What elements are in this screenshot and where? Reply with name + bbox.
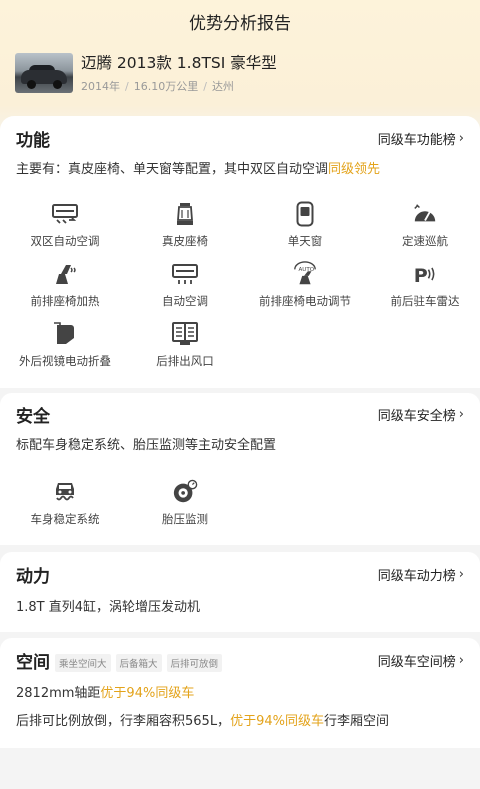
safety-features: 车身稳定系统 胎压监测 (0, 479, 480, 539)
space-tag: 乘坐空间大 (55, 653, 111, 672)
space-line1-highlight: 优于94%同级车 (100, 686, 195, 701)
function-rank-link[interactable]: 同级车功能榜 › (378, 129, 464, 148)
function-features: 双区自动空调 真皮座椅 单天窗 定速巡航 前排座椅加热 自动空调 AUTO 前排… (0, 201, 480, 381)
space-line2-suffix: 行李厢空间 (323, 714, 389, 729)
seat-adjust-icon: AUTO (292, 261, 318, 287)
chevron-right-icon: › (458, 566, 464, 582)
svg-text:P: P (414, 265, 428, 287)
function-card: 功能 同级车功能榜 › 主要有：真皮座椅、单天窗等配置，其中双区自动空调同级领先 … (0, 116, 480, 388)
car-city: 达州 (211, 79, 234, 93)
feature-label: 单天窗 (287, 234, 323, 248)
svg-text:AUTO: AUTO (299, 267, 315, 273)
space-line2-text: 后排可比例放倒，行李厢容积565L， (16, 714, 231, 729)
safety-rank-label: 同级车安全榜 (377, 408, 456, 424)
auto-ac-icon (172, 261, 198, 287)
feature-item[interactable]: AUTO 前排座椅电动调节 (245, 261, 365, 321)
space-rank-link[interactable]: 同级车空间榜 › (378, 651, 464, 670)
page-title: 优势分析报告 (189, 13, 291, 34)
feature-item[interactable]: 双区自动空调 (5, 201, 125, 261)
space-title: 空间 乘坐空间大 后备箱大 后排可放倒 (16, 648, 223, 673)
space-line2: 后排可比例放倒，行李厢容积565L，优于94%同级车行李厢空间 (0, 713, 480, 731)
feature-item[interactable]: 真皮座椅 (125, 201, 245, 261)
chevron-right-icon: › (458, 406, 464, 422)
parking-radar-icon: P (412, 261, 438, 287)
feature-item[interactable]: 胎压监测 (125, 479, 245, 539)
feature-item[interactable]: 单天窗 (245, 201, 365, 261)
feature-item[interactable]: 自动空调 (125, 261, 245, 321)
ac-icon (52, 201, 78, 227)
tire-pressure-icon (172, 479, 198, 505)
car-summary[interactable]: 迈腾 2013款 1.8TSI 豪华型 2014年/16.10万公里 / 达州 (15, 52, 465, 94)
car-thumbnail (15, 53, 73, 93)
function-rank-label: 同级车功能榜 (377, 132, 456, 148)
safety-card: 安全 同级车安全榜 › 标配车身稳定系统、胎压监测等主动安全配置 车身稳定系统 胎… (0, 393, 480, 545)
feature-label: 前排座椅电动调节 (259, 294, 351, 308)
feature-label: 前后驻车雷达 (390, 294, 460, 308)
car-mileage: 16.10万公里 (133, 79, 199, 93)
space-tag: 后备箱大 (115, 653, 162, 672)
power-desc: 1.8T 直列4缸，涡轮增压发动机 (16, 600, 201, 615)
feature-label: 胎压监测 (162, 512, 208, 526)
function-title: 功能 (16, 130, 50, 151)
feature-item[interactable]: 车身稳定系统 (5, 479, 125, 539)
feature-label: 双区自动空调 (30, 234, 100, 248)
feature-label: 定速巡航 (402, 234, 448, 248)
space-title-text: 空间 (16, 652, 50, 673)
cruise-icon (412, 201, 438, 227)
space-line1: 2812mm轴距优于94%同级车 (0, 685, 480, 703)
chevron-right-icon: › (458, 130, 464, 146)
space-card: 空间 乘坐空间大 后备箱大 后排可放倒 同级车空间榜 › 2812mm轴距优于94%同级… (0, 638, 480, 748)
space-line1-text: 2812mm轴距 (16, 686, 101, 701)
feature-item[interactable]: 前排座椅加热 (5, 261, 125, 321)
chevron-right-icon: › (458, 652, 464, 668)
feature-item[interactable]: 后排出风口 (125, 321, 245, 381)
mirror-fold-icon (52, 321, 78, 347)
power-title: 动力 (16, 566, 50, 587)
space-line2-highlight: 优于94%同级车 (230, 714, 324, 729)
safety-rank-link[interactable]: 同级车安全榜 › (378, 405, 464, 424)
feature-item[interactable]: 定速巡航 (365, 201, 480, 261)
safety-desc: 标配车身稳定系统、胎压监测等主动安全配置 (16, 438, 277, 453)
seat-heat-icon (52, 261, 78, 287)
feature-item[interactable]: P 前后驻车雷达 (365, 261, 480, 321)
power-card: 动力 同级车动力榜 › 1.8T 直列4缸，涡轮增压发动机 (0, 552, 480, 632)
sunroof-icon (292, 201, 318, 227)
space-rank-label: 同级车空间榜 (377, 654, 456, 670)
function-desc-highlight: 同级领先 (328, 162, 381, 177)
feature-item[interactable]: 外后视镜电动折叠 (5, 321, 125, 381)
rear-vent-icon (172, 321, 198, 347)
car-name: 迈腾 2013款 1.8TSI 豪华型 (81, 53, 277, 72)
feature-label: 前排座椅加热 (30, 294, 100, 308)
car-year: 2014年 (81, 79, 120, 93)
function-desc: 主要有：真皮座椅、单天窗等配置，其中双区自动空调同级领先 (0, 161, 480, 179)
feature-label: 外后视镜电动折叠 (19, 354, 111, 368)
feature-label: 自动空调 (162, 294, 208, 308)
car-meta: 2014年/16.10万公里 / 达州 (81, 79, 234, 93)
feature-label: 车身稳定系统 (30, 512, 100, 526)
function-desc-text: 主要有：真皮座椅、单天窗等配置，其中双区自动空调 (16, 162, 329, 177)
feature-label: 后排出风口 (156, 354, 214, 368)
seat-icon (172, 201, 198, 227)
feature-label: 真皮座椅 (162, 234, 208, 248)
safety-title: 安全 (16, 406, 50, 427)
space-tag: 后排可放倒 (166, 653, 223, 672)
power-rank-label: 同级车动力榜 (377, 568, 456, 584)
esp-icon (52, 479, 78, 505)
power-rank-link[interactable]: 同级车动力榜 › (378, 565, 464, 584)
